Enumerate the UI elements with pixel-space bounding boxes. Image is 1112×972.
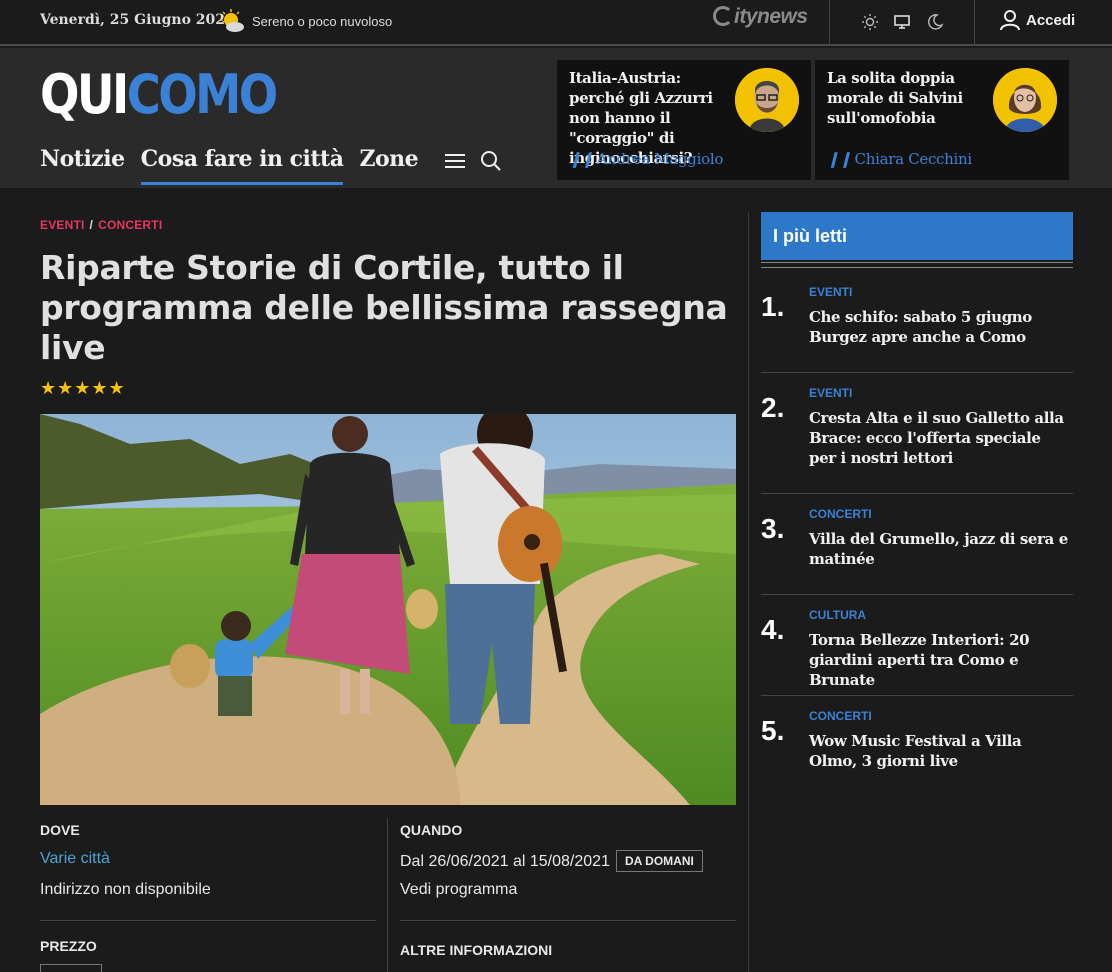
- quote-icon: ❙❙: [827, 150, 852, 168]
- breadcrumb-eventi[interactable]: EVENTI: [40, 218, 85, 232]
- opinion-author: ❙❙ Chiara Cecchini: [827, 150, 972, 168]
- nav-zone[interactable]: Zone: [359, 146, 418, 185]
- divider: [974, 0, 975, 46]
- family-walking-photo: [40, 414, 736, 805]
- item-category[interactable]: EVENTI: [809, 386, 852, 400]
- partly-sunny-icon: [220, 9, 244, 32]
- weather-description: Sereno o poco nuvoloso: [252, 14, 393, 29]
- opinion-title: La solita doppia morale di Salvini sull'…: [827, 69, 963, 127]
- quando-label: QUANDO: [400, 822, 463, 838]
- altre-info-label: ALTRE INFORMAZIONI: [400, 942, 553, 958]
- rank-number: 3.: [761, 513, 785, 544]
- breadcrumb-concerti[interactable]: CONCERTI: [98, 218, 162, 232]
- citynews-c-icon: [713, 6, 733, 26]
- citynews-logo[interactable]: itynews: [713, 5, 808, 29]
- rank-number: 4.: [761, 614, 785, 645]
- divider: [400, 920, 736, 921]
- avatar: [735, 68, 799, 132]
- nav-cosa-fare[interactable]: Cosa fare in città: [140, 146, 344, 185]
- prezzo-label: PREZZO: [40, 938, 97, 954]
- rank-number: 2.: [761, 392, 785, 423]
- most-read-header: I più letti: [761, 212, 1073, 260]
- avatar: [993, 68, 1057, 132]
- login-button[interactable]: Accedi: [1000, 9, 1075, 31]
- item-title[interactable]: Che schifo: sabato 5 giugno Burgez apre …: [809, 307, 1071, 347]
- divider: [761, 594, 1073, 595]
- item-category[interactable]: CONCERTI: [809, 507, 872, 521]
- divider: [387, 818, 388, 972]
- dove-label: DOVE: [40, 822, 80, 838]
- item-title[interactable]: Torna Bellezze Interiori: 20 giardini ap…: [809, 630, 1071, 690]
- sidebar-divider: [748, 212, 749, 972]
- quando-dates: Dal 26/06/2021 al 15/08/2021 DA DOMANI: [400, 850, 703, 872]
- item-title[interactable]: Villa del Grumello, jazz di sera e matin…: [809, 529, 1071, 569]
- search-icon[interactable]: [480, 150, 502, 172]
- opinion-author: ❙❙ Andrea Maggiolo: [569, 150, 724, 168]
- dark-mode-icon[interactable]: [926, 13, 944, 31]
- quote-icon: ❙❙: [569, 150, 594, 168]
- divider: [40, 920, 376, 921]
- rank-number: 5.: [761, 715, 785, 746]
- item-category[interactable]: CONCERTI: [809, 709, 872, 723]
- light-mode-icon[interactable]: [861, 13, 879, 31]
- hero-image: [40, 414, 736, 805]
- login-label: Accedi: [1026, 11, 1076, 29]
- item-category[interactable]: CULTURA: [809, 608, 866, 622]
- divider: [761, 493, 1073, 494]
- most-read-rule: [761, 262, 1073, 268]
- vedi-programma-link[interactable]: Vedi programma: [400, 881, 517, 899]
- dove-link[interactable]: Varie città: [40, 850, 110, 868]
- da-domani-badge: DA DOMANI: [615, 850, 703, 872]
- item-category[interactable]: EVENTI: [809, 285, 852, 299]
- breadcrumb: EVENTI / CONCERTI: [40, 218, 162, 232]
- breadcrumb-separator: /: [89, 218, 94, 232]
- site-header: QUICOMO Notizie Cosa fare in città Zone …: [0, 48, 1112, 188]
- rank-number: 1.: [761, 291, 785, 322]
- top-bar: Venerdì, 25 Giugno 2021 Sereno o poco nu…: [0, 0, 1112, 46]
- divider: [829, 0, 830, 46]
- nav-notizie[interactable]: Notizie: [40, 146, 125, 185]
- divider: [761, 695, 1073, 696]
- user-icon: [1000, 10, 1020, 31]
- rating-stars: ★★★★★: [40, 378, 126, 398]
- opinion-card[interactable]: Italia-Austria: perché gli Azzurri non h…: [557, 60, 811, 180]
- article-title: Riparte Storie di Cortile, tutto il prog…: [40, 248, 728, 367]
- system-mode-icon[interactable]: [893, 13, 911, 31]
- opinion-card[interactable]: La solita doppia morale di Salvini sull'…: [815, 60, 1069, 180]
- quicomo-logo[interactable]: QUICOMO: [40, 63, 278, 126]
- author-portrait: [993, 68, 1057, 132]
- dove-address: Indirizzo non disponibile: [40, 881, 211, 898]
- item-title[interactable]: Wow Music Festival a Villa Olmo, 3 giorn…: [809, 731, 1071, 771]
- divider: [761, 372, 1073, 373]
- author-portrait: [735, 68, 799, 132]
- price-badge: [40, 964, 102, 972]
- menu-icon[interactable]: [444, 150, 466, 172]
- item-title[interactable]: Cresta Alta e il suo Galletto alla Brace…: [809, 408, 1071, 468]
- main-nav: Notizie Cosa fare in città Zone: [40, 146, 502, 185]
- current-date: Venerdì, 25 Giugno 2021: [40, 12, 235, 28]
